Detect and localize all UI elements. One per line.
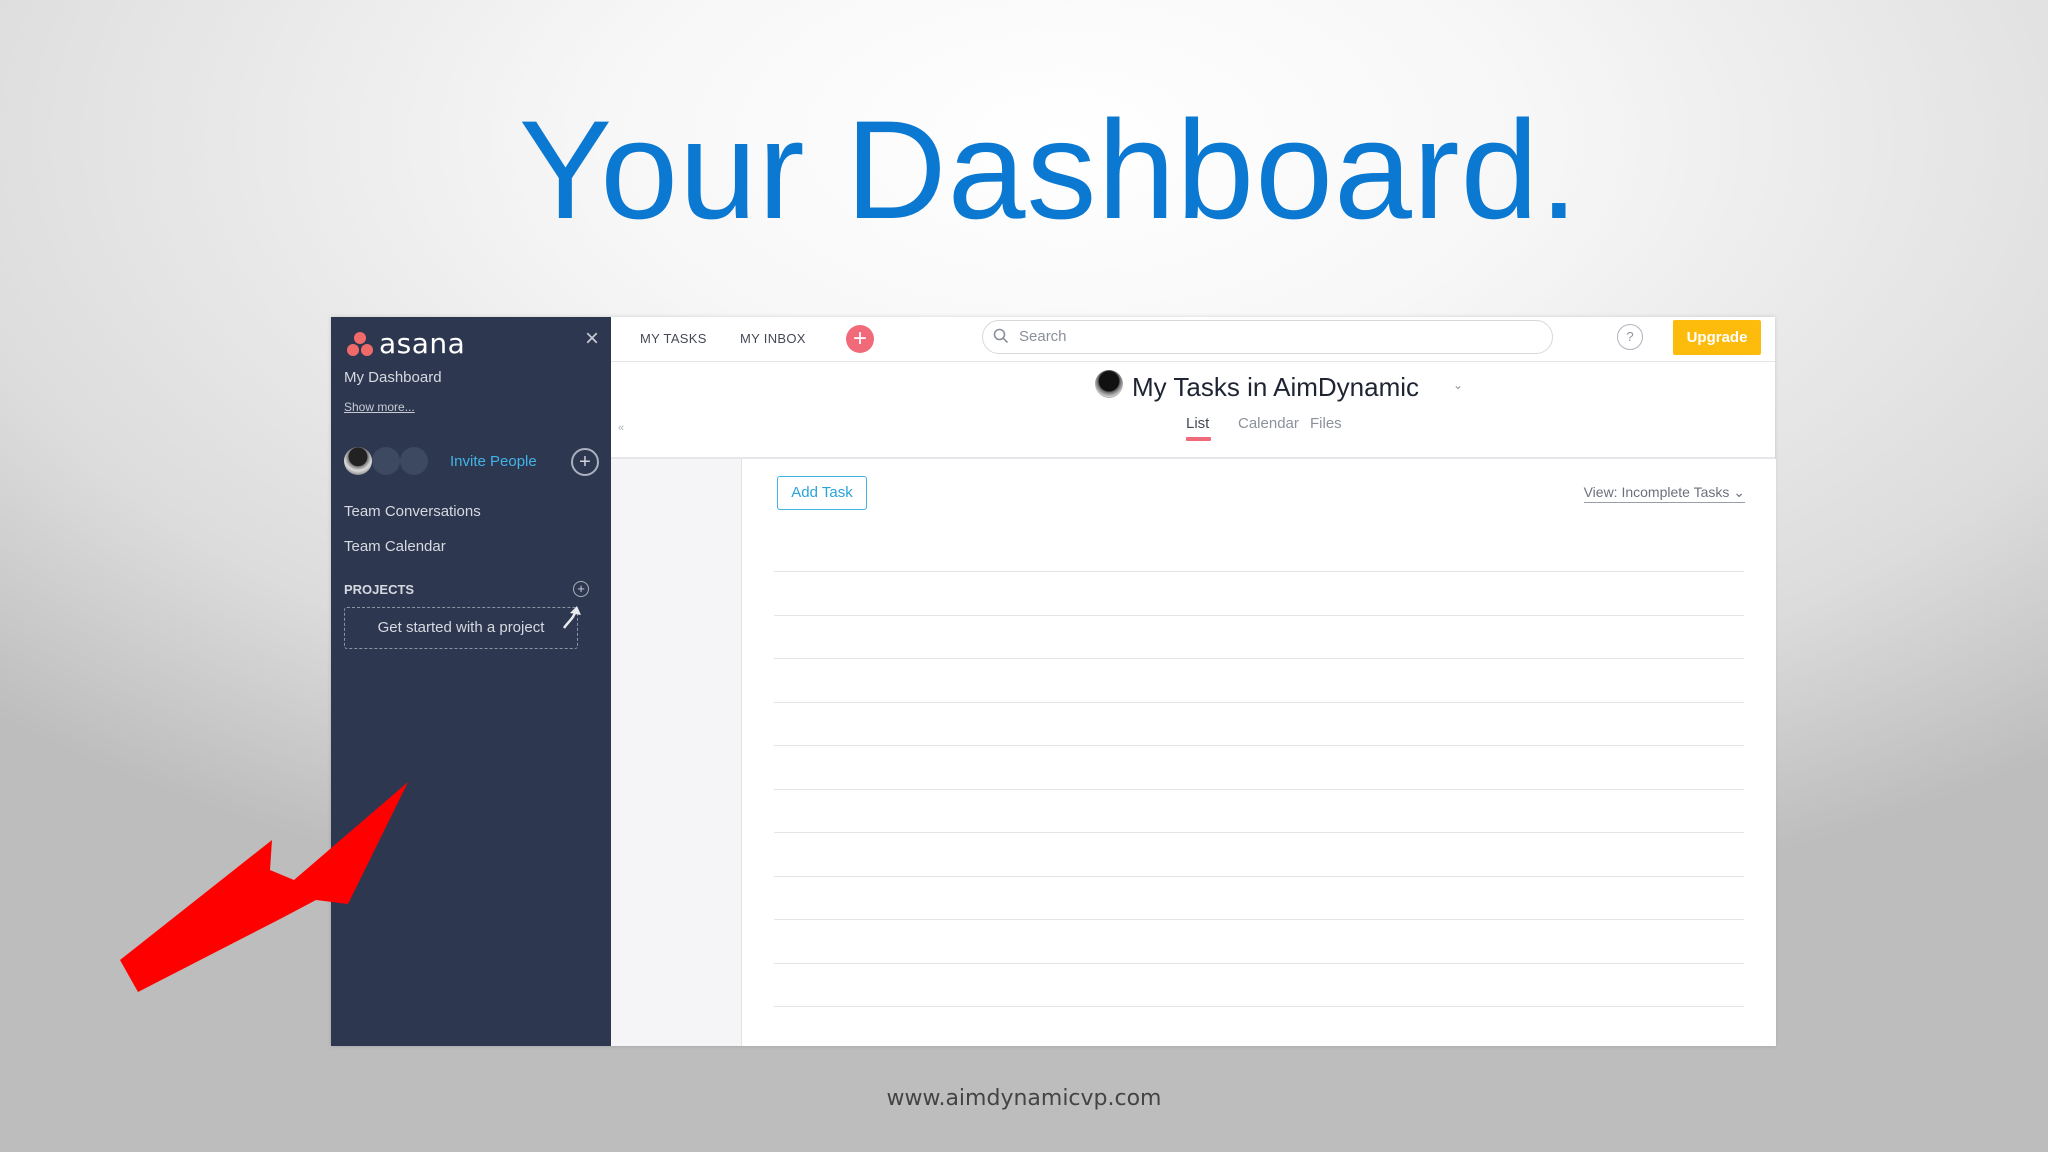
- active-tab-indicator: [1186, 437, 1211, 441]
- slide-title: Your Dashboard.: [518, 91, 1580, 248]
- slide-background: Your Dashboard. asana × My Dashboard Sho…: [0, 0, 2048, 1152]
- asana-logo-icon: [345, 328, 375, 358]
- curved-arrow-icon: [562, 606, 581, 629]
- top-bar: MY TASKS MY INBOX + ? Upgrade: [611, 317, 1775, 362]
- task-row[interactable]: [774, 615, 1744, 616]
- collapse-icon[interactable]: «: [618, 422, 624, 434]
- tab-calendar[interactable]: Calendar: [1238, 415, 1299, 432]
- search-bar[interactable]: [982, 320, 1553, 354]
- task-list-panel: Add Task View: Incomplete Tasks ⌄: [741, 459, 1776, 1046]
- tab-my-tasks[interactable]: MY TASKS: [640, 331, 707, 346]
- task-row[interactable]: [774, 658, 1744, 659]
- task-row[interactable]: [774, 1006, 1744, 1007]
- show-more-link[interactable]: Show more...: [344, 400, 415, 414]
- projects-heading: PROJECTS: [344, 582, 415, 597]
- asana-app-window: asana × My Dashboard Show more... Invite…: [331, 317, 1776, 1046]
- close-icon[interactable]: ×: [585, 325, 599, 353]
- avatar-placeholder: [372, 447, 400, 475]
- task-row[interactable]: [774, 745, 1744, 746]
- invite-people-link[interactable]: Invite People: [450, 453, 537, 470]
- quick-add-button[interactable]: +: [846, 325, 874, 353]
- search-icon: [993, 328, 1009, 344]
- avatar: [1095, 370, 1123, 398]
- avatar[interactable]: [344, 447, 372, 475]
- view-filter-dropdown[interactable]: View: Incomplete Tasks ⌄: [1583, 484, 1745, 503]
- task-row[interactable]: [774, 876, 1744, 877]
- logo-text: asana: [379, 326, 466, 360]
- content-gutter: [611, 459, 741, 1046]
- task-row[interactable]: [774, 789, 1744, 790]
- page-title: My Tasks in AimDynamic: [1132, 372, 1420, 402]
- avatar-placeholder: [400, 447, 428, 475]
- page-header: « My Tasks in AimDynamic ⌄ List Calendar…: [611, 362, 1775, 459]
- sidebar-item-team-conversations[interactable]: Team Conversations: [344, 503, 481, 520]
- sidebar-item-my-dashboard[interactable]: My Dashboard: [344, 369, 442, 386]
- add-member-plus-icon[interactable]: +: [571, 448, 599, 476]
- task-row[interactable]: [774, 963, 1744, 964]
- tab-files[interactable]: Files: [1310, 415, 1342, 432]
- tab-list[interactable]: List: [1186, 415, 1209, 432]
- red-pointer-arrow: [120, 782, 408, 992]
- help-icon[interactable]: ?: [1617, 324, 1643, 350]
- get-started-project-button[interactable]: Get started with a project: [344, 607, 578, 649]
- asana-logo[interactable]: asana: [345, 325, 465, 361]
- upgrade-button[interactable]: Upgrade: [1673, 320, 1761, 355]
- tab-my-inbox[interactable]: MY INBOX: [740, 331, 806, 346]
- task-row[interactable]: [774, 832, 1744, 833]
- footer-url: www.aimdynamicvp.com: [886, 1086, 1162, 1111]
- add-task-button[interactable]: Add Task: [777, 476, 867, 510]
- chevron-down-icon[interactable]: ⌄: [1453, 378, 1463, 392]
- task-row[interactable]: [774, 702, 1744, 703]
- sidebar-item-team-calendar[interactable]: Team Calendar: [344, 538, 446, 555]
- search-input[interactable]: [1017, 327, 1521, 346]
- task-row[interactable]: [774, 919, 1744, 920]
- task-row[interactable]: [774, 571, 1744, 572]
- team-members-row: Invite People +: [344, 447, 599, 477]
- add-project-plus-icon[interactable]: +: [573, 581, 589, 597]
